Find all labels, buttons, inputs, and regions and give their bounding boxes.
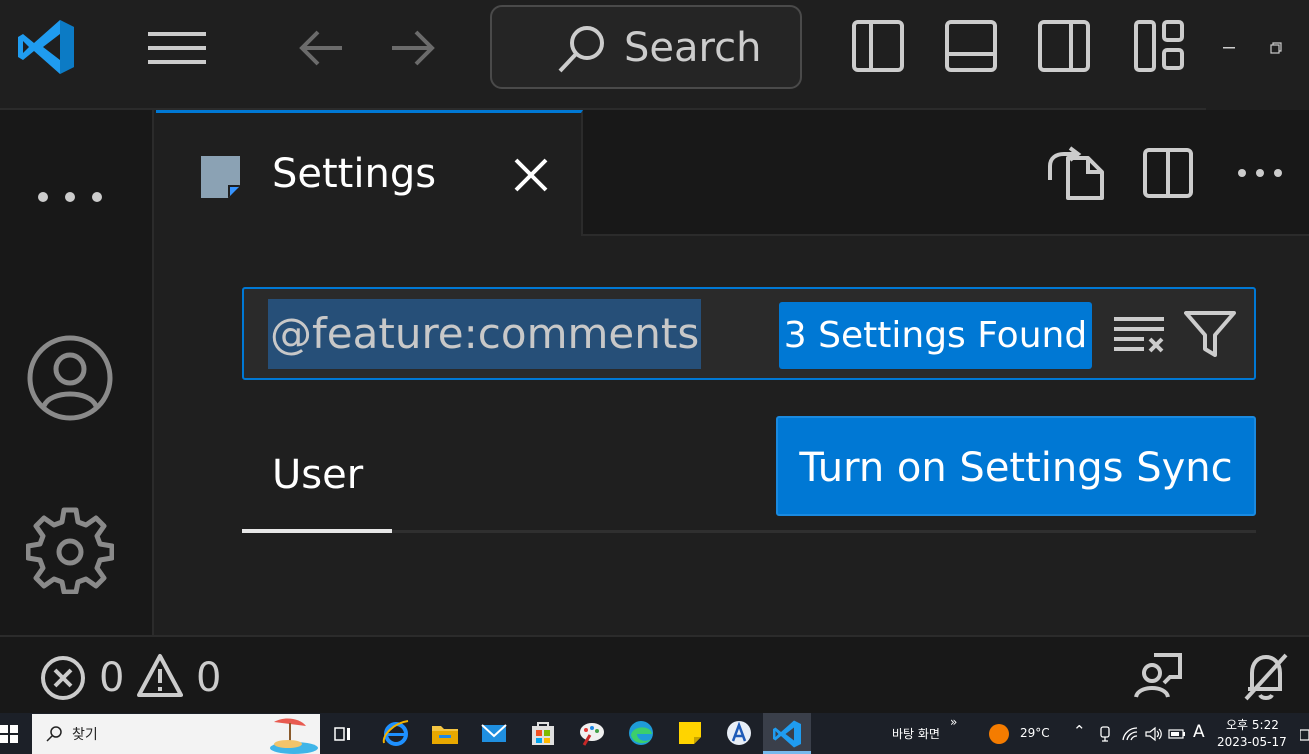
- filter-icon[interactable]: [1184, 311, 1236, 357]
- battery-icon[interactable]: [1168, 727, 1186, 741]
- forward-arrow-icon[interactable]: [390, 28, 436, 68]
- volume-icon[interactable]: [1145, 726, 1163, 742]
- paint-icon[interactable]: [576, 717, 608, 749]
- settings-search-value[interactable]: @feature:comments: [268, 299, 702, 369]
- taskbar-search-icon: [46, 726, 62, 742]
- tray-device-icon[interactable]: [1098, 726, 1112, 742]
- settings-count-badge: 3 Settings Found: [779, 302, 1092, 369]
- clear-filter-icon[interactable]: [1112, 315, 1166, 355]
- edge-browser-icon[interactable]: [625, 717, 657, 749]
- search-label: Search: [624, 25, 762, 71]
- temperature[interactable]: 29°C: [1020, 726, 1050, 740]
- title-bar: Search: [0, 0, 1309, 108]
- toggle-primary-sidebar-icon[interactable]: [852, 20, 904, 72]
- tab-user[interactable]: User: [272, 452, 363, 498]
- tab-settings[interactable]: Settings: [156, 110, 583, 236]
- search-highlight-icon: [254, 718, 318, 754]
- settings-search-input[interactable]: @feature:comments 3 Settings Found: [242, 287, 1256, 380]
- warning-count[interactable]: 0: [196, 655, 221, 701]
- desktop-label[interactable]: 바탕 화면: [892, 725, 940, 742]
- app-icon[interactable]: [723, 717, 755, 749]
- taskbar-vscode-active[interactable]: [763, 713, 811, 754]
- turn-on-settings-sync-button[interactable]: Turn on Settings Sync: [776, 416, 1256, 516]
- weather-icon[interactable]: [988, 723, 1010, 745]
- minimize-icon[interactable]: [1223, 46, 1235, 50]
- sticky-notes-icon[interactable]: [674, 717, 706, 749]
- taskbar-search-input[interactable]: 찾기: [32, 714, 320, 754]
- scope-tabs-divider: [242, 530, 1256, 533]
- customize-layout-icon[interactable]: [1134, 20, 1186, 72]
- command-center-search[interactable]: Search: [490, 5, 802, 89]
- vscode-taskbar-icon: [772, 719, 802, 749]
- windows-taskbar: 찾기 바탕 화면 » 29°C ⌃ A 오후 5:22 2023-05-17: [0, 713, 1309, 754]
- tab-user-active-indicator: [242, 529, 392, 533]
- editor-tab-bar: Settings: [156, 110, 1309, 236]
- internet-explorer-icon[interactable]: [380, 717, 412, 749]
- menu-icon[interactable]: [148, 30, 206, 66]
- notifications-muted-icon[interactable]: [1242, 651, 1290, 701]
- error-icon[interactable]: [40, 655, 86, 701]
- status-bar: 0 0: [0, 635, 1309, 713]
- clock-time[interactable]: 오후 5:22: [1226, 716, 1279, 733]
- open-settings-json-icon[interactable]: [1048, 146, 1104, 200]
- toggle-secondary-sidebar-icon[interactable]: [1038, 20, 1090, 72]
- manage-gear-icon[interactable]: [26, 506, 114, 594]
- task-view-icon[interactable]: [334, 725, 352, 743]
- taskbar-search-placeholder: 찾기: [72, 727, 98, 743]
- accounts-icon[interactable]: [26, 334, 114, 422]
- more-icon[interactable]: [36, 190, 104, 204]
- search-icon: [556, 23, 608, 75]
- tab-label: Settings: [272, 151, 437, 197]
- file-explorer-icon[interactable]: [429, 717, 461, 749]
- microsoft-store-icon[interactable]: [527, 717, 559, 749]
- back-arrow-icon[interactable]: [298, 28, 344, 68]
- windows-start-icon[interactable]: [0, 725, 18, 743]
- tray-overflow-icon[interactable]: ⌃: [1073, 722, 1086, 740]
- close-icon[interactable]: [514, 158, 548, 192]
- restore-icon[interactable]: [1270, 42, 1282, 54]
- activity-bar: [0, 110, 154, 635]
- desktop-chevron-icon[interactable]: »: [950, 715, 957, 729]
- error-count[interactable]: 0: [99, 655, 124, 701]
- clock-date[interactable]: 2023-05-17: [1217, 735, 1287, 749]
- notification-center-icon[interactable]: [1300, 729, 1309, 741]
- more-actions-icon[interactable]: [1237, 167, 1283, 179]
- split-editor-icon[interactable]: [1143, 148, 1193, 198]
- live-share-feedback-icon[interactable]: [1132, 651, 1182, 701]
- toggle-panel-icon[interactable]: [945, 20, 997, 72]
- mail-icon[interactable]: [478, 717, 510, 749]
- settings-file-icon: [200, 155, 242, 199]
- input-method-indicator[interactable]: A: [1193, 722, 1205, 742]
- vscode-logo-icon[interactable]: [16, 18, 76, 76]
- wifi-icon[interactable]: [1121, 726, 1139, 742]
- warning-icon[interactable]: [137, 653, 183, 699]
